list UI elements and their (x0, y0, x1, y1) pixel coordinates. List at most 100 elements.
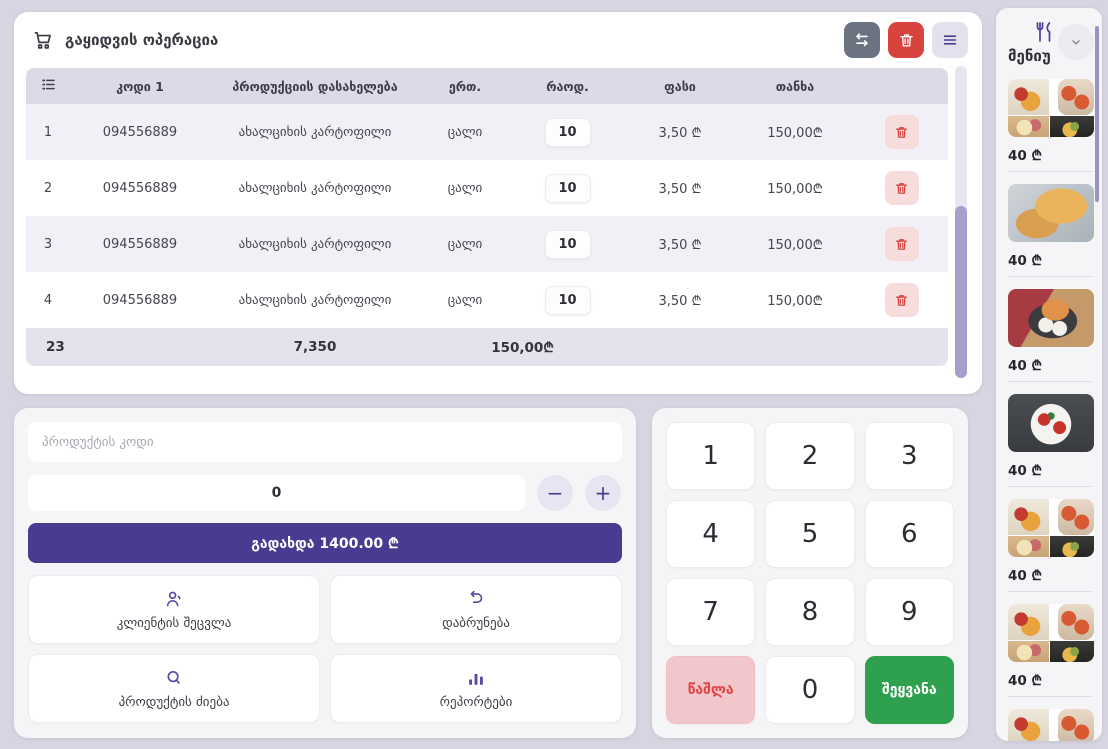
menu-item[interactable]: 40 ₾ (1008, 394, 1092, 487)
reports-button[interactable]: რეპორტები (330, 654, 622, 723)
numpad-key[interactable]: წაშლა (666, 656, 755, 724)
pay-button[interactable]: გადახდა 1400.00 ₾ (28, 523, 622, 563)
row-code: 094556889 (70, 237, 210, 252)
table-scrollbar-thumb[interactable] (955, 206, 967, 378)
numpad-key[interactable]: 0 (765, 656, 854, 724)
return-button[interactable]: დაბრუნება (330, 575, 622, 644)
menu-item-price: 40 ₾ (1008, 251, 1092, 269)
undo-icon (465, 588, 487, 610)
menu-item-image[interactable] (1008, 604, 1094, 662)
change-client-button[interactable]: კლიენტის შეცვლა (28, 575, 320, 644)
menu-item-image[interactable] (1008, 289, 1094, 347)
menu-item-image[interactable] (1008, 499, 1094, 557)
row-code: 094556889 (70, 125, 210, 140)
numpad-key[interactable]: 7 (666, 578, 755, 646)
column-header-total: თანხა (735, 79, 855, 94)
footer-rows-count: 23 (26, 339, 210, 355)
row-delete-button[interactable] (885, 283, 919, 317)
page-title: გაყიდვის ოპერაცია (65, 31, 218, 49)
row-quantity-field[interactable]: 10 (545, 118, 591, 147)
row-delete-button[interactable] (885, 227, 919, 261)
quantity-input[interactable] (28, 475, 525, 511)
product-search-label: პროდუქტის ძიება (119, 695, 230, 710)
menu-item[interactable]: 40 ₾ (1008, 289, 1092, 382)
increment-button[interactable]: + (585, 475, 621, 511)
collapse-sidebar-button[interactable] (1058, 24, 1094, 60)
transfer-button[interactable] (844, 22, 880, 58)
row-delete-button[interactable] (885, 115, 919, 149)
divider (1008, 486, 1092, 487)
row-code: 094556889 (70, 293, 210, 308)
return-label: დაბრუნება (442, 616, 510, 631)
numpad-key[interactable]: შეყვანა (865, 656, 954, 724)
menu-sidebar: მენიუ 40 ₾ 40 (996, 8, 1102, 741)
menu-item-image[interactable] (1008, 79, 1094, 137)
table-scrollbar-track[interactable] (955, 66, 967, 378)
row-price: 3,50 ₾ (625, 179, 735, 197)
numpad-key[interactable]: 1 (666, 422, 755, 490)
numpad-key[interactable]: 6 (865, 500, 954, 568)
numpad: 123 456 789 წაშლა0შეყვანა (652, 408, 968, 738)
food-photo-tile (1058, 79, 1094, 115)
chevron-down-icon (1067, 33, 1085, 51)
menu-item-price: 40 ₾ (1008, 356, 1092, 374)
row-delete-button[interactable] (885, 171, 919, 205)
footer-total-amount: 150,00₾ (420, 338, 625, 356)
row-price: 3,50 ₾ (625, 235, 735, 253)
sidebar-scrollbar-thumb[interactable] (1095, 26, 1099, 202)
table-row[interactable]: 3 094556889 ახალციხის კარტოფილი ცალი 10 … (26, 216, 948, 272)
search-icon (163, 667, 185, 689)
menu-item-price: 40 ₾ (1008, 671, 1092, 689)
divider (1008, 171, 1092, 172)
product-code-input[interactable] (28, 422, 622, 462)
row-quantity-field[interactable]: 10 (545, 230, 591, 259)
menu-item-image[interactable] (1008, 709, 1094, 741)
row-price: 3,50 ₾ (625, 123, 735, 141)
clear-all-button[interactable] (888, 22, 924, 58)
sales-panel-header: გაყიდვის ოპერაცია (14, 12, 982, 68)
menu-item[interactable]: 40 ₾ (1008, 709, 1092, 741)
menu-item[interactable]: 40 ₾ (1008, 499, 1092, 592)
row-total: 150,00₾ (735, 291, 855, 309)
product-search-button[interactable]: პროდუქტის ძიება (28, 654, 320, 723)
table-row[interactable]: 2 094556889 ახალციხის კარტოფილი ცალი 10 … (26, 160, 948, 216)
menu-item-price: 40 ₾ (1008, 461, 1092, 479)
numpad-key[interactable]: 2 (765, 422, 854, 490)
row-number: 1 (26, 125, 70, 140)
menu-item-price: 40 ₾ (1008, 566, 1092, 584)
menu-item[interactable]: 40 ₾ (1008, 604, 1092, 697)
table-footer-row: 23 7,350 150,00₾ (26, 328, 948, 366)
menu-item[interactable]: 40 ₾ (1008, 79, 1092, 172)
menu-item[interactable]: 40 ₾ (1008, 184, 1092, 277)
numpad-key[interactable]: 3 (865, 422, 954, 490)
numpad-key[interactable]: 4 (666, 500, 755, 568)
footer-total-quantity: 7,350 (210, 339, 420, 355)
numpad-key[interactable]: 8 (765, 578, 854, 646)
row-total: 150,00₾ (735, 123, 855, 141)
menu-item-price: 40 ₾ (1008, 146, 1092, 164)
row-number: 4 (26, 293, 70, 308)
hamburger-menu-icon (941, 31, 959, 49)
menu-item-list: 40 ₾ 40 ₾ 40 ₾ (996, 69, 1102, 741)
numpad-key[interactable]: 5 (765, 500, 854, 568)
numpad-key[interactable]: 9 (865, 578, 954, 646)
row-product-name: ახალციხის კარტოფილი (210, 293, 420, 308)
table-body: 1 094556889 ახალციხის კარტოფილი ცალი 10 … (26, 104, 948, 328)
row-total: 150,00₾ (735, 179, 855, 197)
food-photo-tile (1058, 709, 1094, 741)
row-quantity-field[interactable]: 10 (545, 174, 591, 203)
row-number: 2 (26, 181, 70, 196)
table-row[interactable]: 1 094556889 ახალციხის კარტოფილი ცალი 10 … (26, 104, 948, 160)
menu-item-image[interactable] (1008, 184, 1094, 242)
person-icon (163, 588, 185, 610)
column-header-qty: რაოდ. (510, 79, 625, 94)
divider (1008, 696, 1092, 697)
table-row[interactable]: 4 094556889 ახალციხის კარტოფილი ცალი 10 … (26, 272, 948, 328)
options-menu-button[interactable] (932, 22, 968, 58)
row-quantity-field[interactable]: 10 (545, 286, 591, 315)
menu-item-image[interactable] (1008, 394, 1094, 452)
decrement-button[interactable]: − (537, 475, 573, 511)
table-header-row: კოდი 1 პროდუქციის დასახელება ერთ. რაოდ. … (26, 68, 948, 104)
row-unit: ცალი (420, 293, 510, 308)
food-photo-tile (1058, 499, 1094, 535)
